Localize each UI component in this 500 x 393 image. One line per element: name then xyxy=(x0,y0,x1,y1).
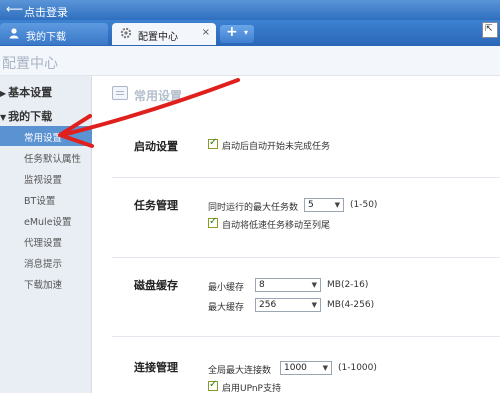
select-value: 8 xyxy=(259,280,265,290)
global-max-select[interactable]: 1000 ▼ xyxy=(280,361,332,375)
sidebar: ▶ 基本设置 ▼ 我的下载 常用设置 任务默认属性 监视设置 BT设置 eMule设… xyxy=(0,76,92,393)
max-cache-select[interactable]: 256 ▼ xyxy=(255,298,321,312)
settings-panel: 常用设置 启动设置 启动后自动开始未完成任务 任务管理 同时运行的最大任务数 5… xyxy=(92,76,500,393)
sidebar-item-label: 消息提示 xyxy=(24,259,63,270)
sidebar-item-label: eMule设置 xyxy=(24,217,72,228)
section-header: 常用设置 xyxy=(92,76,500,114)
window-restore-button[interactable]: ⇱ xyxy=(482,22,498,38)
user-icon xyxy=(9,28,19,39)
min-cache-label: 最小缓存 xyxy=(208,283,245,293)
sidebar-item-label: 代理设置 xyxy=(24,238,63,249)
chevron-down-icon[interactable]: ▾ xyxy=(244,28,248,37)
settings-list-icon xyxy=(112,86,128,100)
sidebar-item-bt[interactable]: BT设置 xyxy=(0,189,92,209)
sidebar-item-proxy[interactable]: 代理设置 xyxy=(0,231,92,251)
chevron-down-icon: ▼ xyxy=(334,201,340,209)
sidebar-section-label: 基本设置 xyxy=(8,86,53,99)
max-running-label: 同时运行的最大任务数 xyxy=(208,203,299,213)
auto-start-label: 启动后自动开始未完成任务 xyxy=(222,142,331,152)
auto-start-checkbox[interactable] xyxy=(208,137,218,149)
collapse-arrow-icon: ▼ xyxy=(0,113,7,122)
gear-icon xyxy=(120,27,132,39)
max-cache-range: MB(4-256) xyxy=(327,300,375,310)
auto-move-label: 自动将低速任务移动至列尾 xyxy=(222,221,331,231)
group-title-connection: 连接管理 xyxy=(134,361,178,374)
sidebar-item-emule[interactable]: eMule设置 xyxy=(0,210,92,230)
global-max-label: 全局最大连接数 xyxy=(208,366,272,376)
chevron-down-icon: ▼ xyxy=(322,364,328,372)
sidebar-item-label: 任务默认属性 xyxy=(24,154,82,165)
select-value: 5 xyxy=(308,200,314,210)
max-running-range: (1-50) xyxy=(350,200,378,210)
tab-label: 配置中心 xyxy=(138,32,178,43)
global-max-range: (1-1000) xyxy=(338,363,377,373)
back-arrow-icon[interactable]: ⟵ xyxy=(6,2,23,16)
plus-icon: + xyxy=(226,24,238,40)
page-title: 配置中心 xyxy=(2,56,58,72)
sidebar-item-label: BT设置 xyxy=(24,196,56,207)
login-link[interactable]: 点击登录 xyxy=(24,4,68,20)
close-icon[interactable]: × xyxy=(202,27,210,38)
sidebar-section-my-downloads[interactable]: ▼ 我的下载 xyxy=(0,108,52,124)
config-header: 配置中心 xyxy=(0,46,500,76)
sidebar-item-label: 下载加速 xyxy=(24,280,63,291)
group-title-startup: 启动设置 xyxy=(134,140,178,153)
sidebar-section-basic[interactable]: ▶ 基本设置 xyxy=(0,84,52,100)
chevron-down-icon: ▼ xyxy=(311,301,317,309)
auto-move-checkbox[interactable] xyxy=(208,216,218,228)
max-running-select[interactable]: 5 ▼ xyxy=(304,198,344,212)
tab-my-downloads[interactable]: 我的下载 xyxy=(0,23,108,45)
upnp-label: 启用UPnP支持 xyxy=(222,384,281,393)
sidebar-item-acceleration[interactable]: 下载加速 xyxy=(0,273,92,293)
select-value: 256 xyxy=(259,300,277,310)
group-title-task: 任务管理 xyxy=(134,199,178,212)
tab-label: 我的下载 xyxy=(26,32,66,43)
new-tab-button[interactable]: + ▾ xyxy=(220,24,254,43)
sidebar-item-notifications[interactable]: 消息提示 xyxy=(0,252,92,272)
section-title: 常用设置 xyxy=(134,89,183,103)
divider xyxy=(112,336,500,337)
sidebar-item-label: 监视设置 xyxy=(24,175,63,186)
sidebar-item-monitor[interactable]: 监视设置 xyxy=(0,168,92,188)
divider xyxy=(112,257,500,258)
expand-arrow-icon: ▶ xyxy=(0,89,7,98)
max-cache-label: 最大缓存 xyxy=(208,303,245,313)
sidebar-item-label: 常用设置 xyxy=(24,133,63,144)
chevron-down-icon: ▼ xyxy=(311,281,317,289)
tab-config-center[interactable]: 配置中心 × xyxy=(112,23,216,45)
group-title-disk: 磁盘缓存 xyxy=(134,279,178,292)
top-bar: ⟵ 点击登录 xyxy=(0,0,500,20)
tab-strip: 我的下载 配置中心 × + ▾ xyxy=(0,20,500,46)
min-cache-select[interactable]: 8 ▼ xyxy=(255,278,321,292)
sidebar-item-common-settings[interactable]: 常用设置 xyxy=(0,126,92,146)
divider xyxy=(112,177,500,178)
restore-icon: ⇱ xyxy=(485,24,493,34)
min-cache-range: MB(2-16) xyxy=(327,280,369,290)
upnp-checkbox[interactable] xyxy=(208,379,218,391)
sidebar-item-task-defaults[interactable]: 任务默认属性 xyxy=(0,147,92,167)
select-value: 1000 xyxy=(284,363,307,373)
sidebar-section-label: 我的下载 xyxy=(8,110,53,123)
